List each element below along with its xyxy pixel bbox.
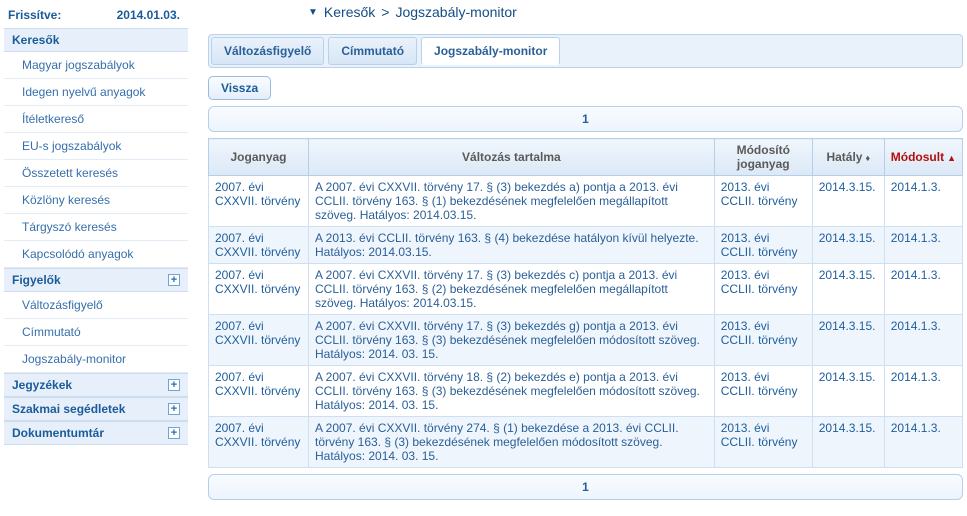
table-row: 2007. évi CXXVII. törvényA 2013. évi CCL…	[209, 227, 963, 264]
col-hataly[interactable]: Hatály♦	[812, 139, 884, 176]
cell-joganyag[interactable]: 2007. évi CXXVII. törvény	[209, 366, 309, 417]
sidebar-group-1[interactable]: Figyelők +	[4, 268, 188, 292]
sidebar-item[interactable]: Változásfigyelő	[4, 292, 188, 319]
sidebar-group-4[interactable]: Dokumentumtár +	[4, 421, 188, 445]
refresh-label: Frissítve:	[8, 8, 61, 22]
cell-modosito[interactable]: 2013. évi CCLII. törvény	[714, 366, 812, 417]
table-row: 2007. évi CXXVII. törvényA 2007. évi CXX…	[209, 315, 963, 366]
breadcrumb-sep: >	[381, 4, 389, 20]
col-hataly-label: Hatály	[826, 150, 862, 164]
cell-hataly[interactable]: 2014.3.15.	[812, 366, 884, 417]
cell-valtozas: A 2013. évi CCLII. törvény 163. § (4) be…	[309, 227, 715, 264]
col-valtozas[interactable]: Változás tartalma	[309, 139, 715, 176]
sidebar-group-title: Keresők	[12, 33, 59, 47]
cell-joganyag[interactable]: 2007. évi CXXVII. törvény	[209, 264, 309, 315]
cell-valtozas: A 2007. évi CXXVII. törvény 17. § (3) be…	[309, 315, 715, 366]
sidebar-group-title: Figyelők	[12, 273, 61, 287]
cell-modosito[interactable]: 2013. évi CCLII. törvény	[714, 315, 812, 366]
sidebar-group-title: Dokumentumtár	[12, 426, 104, 440]
cell-modosito[interactable]: 2013. évi CCLII. törvény	[714, 264, 812, 315]
cell-joganyag[interactable]: 2007. évi CXXVII. törvény	[209, 417, 309, 468]
cell-hataly[interactable]: 2014.3.15.	[812, 264, 884, 315]
pager-bottom[interactable]: 1	[208, 474, 963, 500]
sidebar-item[interactable]: Kapcsolódó anyagok	[4, 241, 188, 268]
cell-modosult[interactable]: 2014.1.3.	[884, 227, 962, 264]
cell-hataly[interactable]: 2014.3.15.	[812, 315, 884, 366]
table-row: 2007. évi CXXVII. törvényA 2007. évi CXX…	[209, 366, 963, 417]
sort-up-icon: ▲	[944, 153, 956, 163]
table-row: 2007. évi CXXVII. törvényA 2007. évi CXX…	[209, 264, 963, 315]
tab-2[interactable]: Jogszabály-monitor	[421, 37, 560, 65]
triangle-down-icon: ▼	[308, 7, 318, 18]
col-joganyag[interactable]: Joganyag	[209, 139, 309, 176]
sidebar-group-title: Jegyzékek	[12, 378, 72, 392]
breadcrumb: ▼ Keresők > Jogszabály-monitor	[208, 4, 963, 34]
tab-0[interactable]: Változásfigyelő	[211, 37, 324, 65]
table-row: 2007. évi CXXVII. törvényA 2007. évi CXX…	[209, 176, 963, 227]
cell-modosult[interactable]: 2014.1.3.	[884, 417, 962, 468]
expand-icon[interactable]: +	[168, 379, 180, 391]
sidebar-group-3[interactable]: Szakmai segédletek +	[4, 397, 188, 421]
cell-modosult[interactable]: 2014.1.3.	[884, 366, 962, 417]
cell-modosito[interactable]: 2013. évi CCLII. törvény	[714, 417, 812, 468]
sidebar-group-0[interactable]: Keresők	[4, 28, 188, 52]
expand-icon[interactable]: +	[168, 403, 180, 415]
sidebar-item[interactable]: EU-s jogszabályok	[4, 133, 188, 160]
cell-hataly[interactable]: 2014.3.15.	[812, 227, 884, 264]
cell-joganyag[interactable]: 2007. évi CXXVII. törvény	[209, 315, 309, 366]
tab-1[interactable]: Címmutató	[328, 37, 417, 65]
cell-modosult[interactable]: 2014.1.3.	[884, 176, 962, 227]
sidebar-item[interactable]: Idegen nyelvű anyagok	[4, 79, 188, 106]
cell-joganyag[interactable]: 2007. évi CXXVII. törvény	[209, 176, 309, 227]
expand-icon[interactable]: +	[168, 427, 180, 439]
cell-hataly[interactable]: 2014.3.15.	[812, 417, 884, 468]
col-modosito[interactable]: Módosító joganyag	[714, 139, 812, 176]
cell-valtozas: A 2007. évi CXXVII. törvény 17. § (3) be…	[309, 176, 715, 227]
sidebar-group-2[interactable]: Jegyzékek +	[4, 373, 188, 397]
refresh-date: 2014.01.03.	[117, 8, 180, 22]
sidebar-item[interactable]: Közlöny keresés	[4, 187, 188, 214]
tabs: VáltozásfigyelőCímmutatóJogszabály-monit…	[208, 34, 963, 68]
cell-hataly[interactable]: 2014.3.15.	[812, 176, 884, 227]
cell-modosult[interactable]: 2014.1.3.	[884, 315, 962, 366]
col-modosult-label: Módosult	[891, 150, 944, 164]
cell-valtozas: A 2007. évi CXXVII. törvény 17. § (3) be…	[309, 264, 715, 315]
breadcrumb-l1[interactable]: Keresők	[324, 4, 375, 20]
expand-icon[interactable]: +	[168, 274, 180, 286]
pager-top[interactable]: 1	[208, 106, 963, 132]
sidebar-item[interactable]: Tárgyszó keresés	[4, 214, 188, 241]
sidebar-group-title: Szakmai segédletek	[12, 402, 125, 416]
table-row: 2007. évi CXXVII. törvényA 2007. évi CXX…	[209, 417, 963, 468]
cell-modosult[interactable]: 2014.1.3.	[884, 264, 962, 315]
cell-modosito[interactable]: 2013. évi CCLII. törvény	[714, 176, 812, 227]
col-modosult[interactable]: Módosult▲	[884, 139, 962, 176]
sidebar-item[interactable]: Összetett keresés	[4, 160, 188, 187]
sidebar-item[interactable]: Jogszabály-monitor	[4, 346, 188, 373]
sidebar-item[interactable]: Magyar jogszabályok	[4, 52, 188, 79]
sort-diamond-icon: ♦	[862, 153, 870, 163]
results-table: Joganyag Változás tartalma Módosító joga…	[208, 138, 963, 468]
sidebar-item[interactable]: Ítéletkereső	[4, 106, 188, 133]
cell-valtozas: A 2007. évi CXXVII. törvény 274. § (1) b…	[309, 417, 715, 468]
cell-modosito[interactable]: 2013. évi CCLII. törvény	[714, 227, 812, 264]
cell-valtozas: A 2007. évi CXXVII. törvény 18. § (2) be…	[309, 366, 715, 417]
cell-joganyag[interactable]: 2007. évi CXXVII. törvény	[209, 227, 309, 264]
sidebar-item[interactable]: Címmutató	[4, 319, 188, 346]
back-button[interactable]: Vissza	[208, 76, 271, 100]
breadcrumb-l2[interactable]: Jogszabály-monitor	[395, 4, 516, 20]
